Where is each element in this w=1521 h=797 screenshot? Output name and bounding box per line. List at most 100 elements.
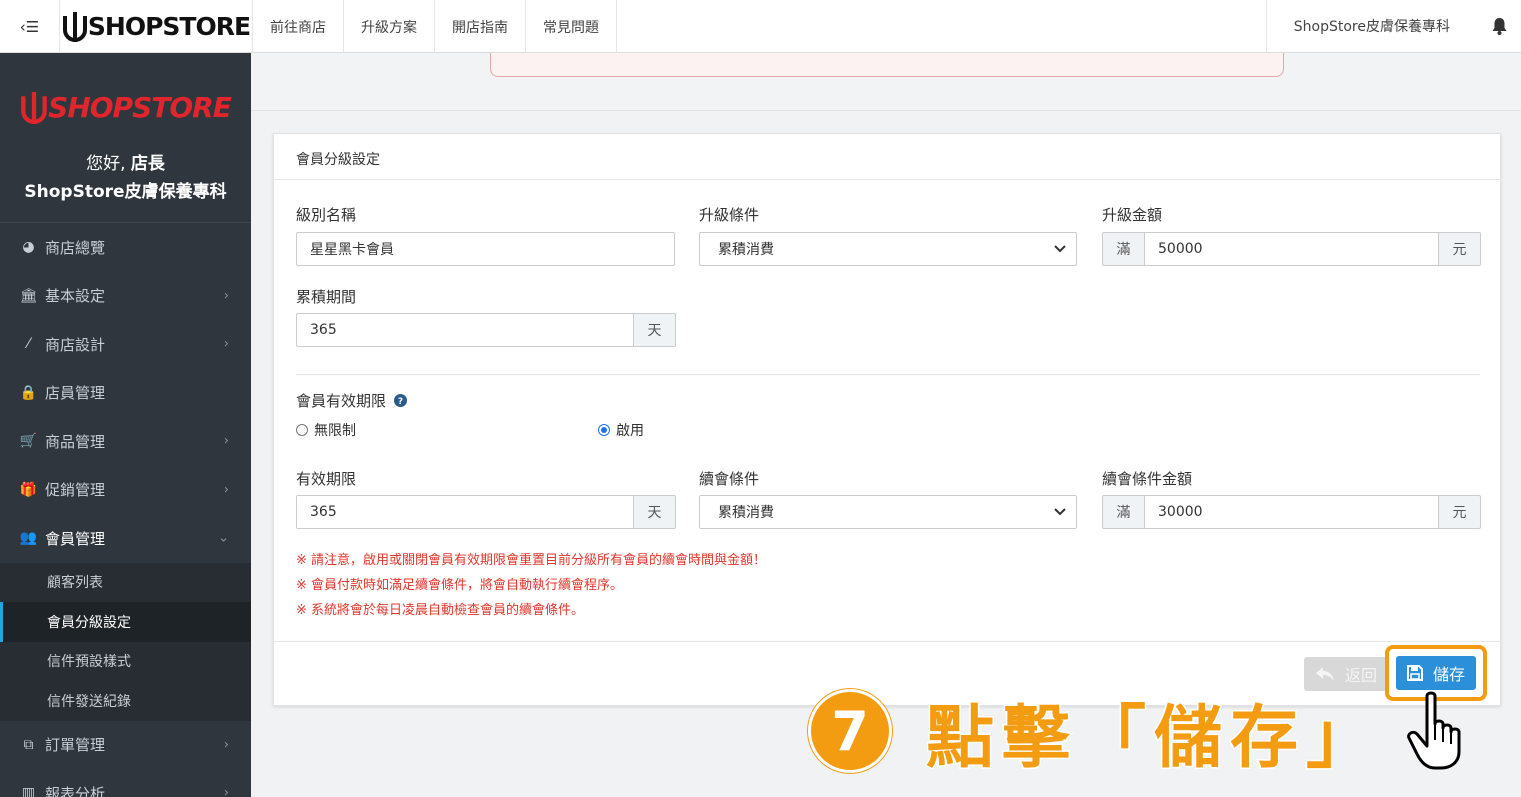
note-auto-renew: ※ 會員付款時如滿足續會條件，將會自動執行續會程序。 (296, 578, 624, 593)
sidebar-item-products[interactable]: 🛒 商品管理 › (0, 417, 251, 466)
sidebar-item-label: 商店設計 (45, 335, 106, 354)
renew-amount-suffix: 元 (1438, 495, 1481, 529)
chevron-right-icon: › (223, 482, 229, 498)
valid-period-label: 有效期限 (296, 470, 357, 488)
radio-unlimited[interactable]: 無限制 (296, 420, 356, 440)
sidebar-greeting: 您好, 店長 (0, 150, 251, 178)
cart-icon: 🛒 (19, 433, 38, 450)
tutorial-annotation: 7 點擊「儲存」 (808, 689, 1382, 779)
sidebar-item-members[interactable]: 👥 會員管理 ⌄ (0, 514, 251, 563)
sidebar-menu: ◕ 商店總覽 🏛 基本設定 › ⁄ 商店設計 › 🔒 店員管理 🛒 商品管理 ›… (0, 223, 251, 797)
chevron-right-icon: › (223, 737, 229, 753)
upgrade-condition-select[interactable]: 累積消費 (699, 232, 1077, 266)
renew-amount-prefix: 滿 (1102, 495, 1145, 529)
shopstore-logo-icon (62, 11, 87, 42)
gift-icon: 🎁 (19, 481, 38, 498)
nav-upgrade-plan[interactable]: 升級方案 (344, 0, 435, 53)
sidebar-item-store-design[interactable]: ⁄ 商店設計 › (0, 320, 251, 369)
renew-amount-label: 續會條件金額 (1102, 470, 1193, 488)
note-daily-check: ※ 系統將會於每日凌晨自動檢查會員的續會條件。 (296, 603, 585, 618)
upgrade-amount-input[interactable]: 50000 (1144, 232, 1439, 266)
sidebar-item-orders[interactable]: ⧉ 訂單管理 › (0, 721, 251, 770)
sidebar-item-label: 商品管理 (45, 432, 106, 451)
radio-unlimited-label: 無限制 (314, 423, 356, 439)
member-level-card: 會員分級設定 級別名稱 星星黑卡會員 升級條件 累積消費 升級金額 滿 5000… (273, 133, 1502, 706)
nav-faq[interactable]: 常見問題 (526, 0, 617, 53)
chevron-right-icon: › (223, 288, 229, 304)
level-name-label: 級別名稱 (296, 206, 357, 224)
sidebar-item-label: 基本設定 (45, 287, 106, 306)
upgrade-amount-label: 升級金額 (1102, 206, 1163, 224)
save-button[interactable]: 儲存 (1396, 656, 1476, 690)
users-icon: 👥 (19, 530, 38, 547)
sidebar-item-promotions[interactable]: 🎁 促銷管理 › (0, 466, 251, 515)
section-divider (296, 374, 1480, 375)
dashboard-icon: ◕ (22, 239, 35, 256)
chevron-down-icon (1054, 245, 1066, 253)
valid-period-input[interactable]: 365 (296, 495, 634, 529)
renew-condition-label: 續會條件 (699, 470, 760, 488)
radio-unlimited-circle[interactable] (296, 424, 308, 436)
upgrade-amount-prefix: 滿 (1102, 232, 1145, 266)
radio-enabled[interactable]: 啟用 (598, 420, 644, 440)
nav-store-guide[interactable]: 開店指南 (435, 0, 526, 53)
bell-icon (1492, 18, 1506, 35)
renew-amount-value: 30000 (1158, 504, 1203, 520)
period-value: 365 (310, 322, 337, 338)
svg-text:?: ? (398, 397, 403, 407)
sidebar-item-reports[interactable]: ▥ 報表分析 › (0, 769, 251, 797)
sidebar-item-label: 促銷管理 (45, 481, 106, 500)
pointing-hand-icon (1407, 691, 1461, 770)
sidebar-item-basic-settings[interactable]: 🏛 基本設定 › (0, 272, 251, 321)
sidebar-subitem-email-templates[interactable]: 信件預設樣式 (0, 642, 251, 682)
sidebar-item-staff[interactable]: 🔒 店員管理 (0, 369, 251, 418)
magic-wand-icon: ⁄ (27, 336, 30, 353)
period-label: 累積期間 (296, 288, 357, 306)
sidebar-logo-text: SHOPSTORE (48, 91, 232, 124)
chevron-right-icon: › (223, 336, 229, 352)
sidebar-toggle-button[interactable]: ‹☰ (0, 0, 60, 53)
notifications-button[interactable] (1477, 17, 1521, 35)
top-logo[interactable]: SHOPSTORE (60, 0, 253, 53)
sidebar-subitem-customer-list[interactable]: 顧客列表 (0, 563, 251, 603)
chevron-right-icon: › (223, 785, 229, 797)
help-icon[interactable]: ? (394, 394, 408, 407)
upgrade-condition-value: 累積消費 (718, 242, 774, 258)
sidebar-logo[interactable]: SHOPSTORE (0, 91, 251, 124)
period-suffix: 天 (633, 313, 676, 347)
nav-go-to-store[interactable]: 前往商店 (253, 0, 344, 53)
validity-label-text: 會員有效期限 (296, 392, 387, 410)
card-title: 會員分級設定 (274, 134, 1500, 180)
sidebar-subitem-member-levels[interactable]: 會員分級設定 (0, 602, 251, 642)
chevron-right-icon: › (223, 433, 229, 449)
chevron-down-icon (1054, 508, 1066, 516)
sidebar-item-overview[interactable]: ◕ 商店總覽 (0, 223, 251, 272)
shopstore-red-logo-icon (21, 91, 47, 124)
renew-amount-input[interactable]: 30000 (1144, 495, 1439, 529)
sidebar-submenu-members: 顧客列表 會員分級設定 信件預設樣式 信件發送紀錄 (0, 562, 251, 721)
upgrade-amount-suffix: 元 (1438, 232, 1481, 266)
period-input[interactable]: 365 (296, 313, 634, 347)
lock-icon: 🔒 (19, 384, 38, 401)
level-name-input[interactable]: 星星黑卡會員 (296, 232, 675, 266)
sidebar-brand: SHOPSTORE 您好, 店長 ShopStore皮膚保養專科 (0, 53, 251, 223)
bank-icon: 🏛 (19, 287, 38, 304)
sidebar-item-label: 商店總覽 (45, 238, 106, 257)
sidebar-item-label: 店員管理 (45, 384, 106, 403)
valid-period-suffix: 天 (633, 495, 676, 529)
renew-condition-select[interactable]: 累積消費 (699, 495, 1077, 529)
reply-icon (1315, 667, 1334, 681)
sidebar-subitem-email-log[interactable]: 信件發送紀錄 (0, 681, 251, 721)
alert-box-bottom (490, 53, 1284, 77)
bar-chart-icon: ▥ (21, 785, 36, 797)
top-shop-name[interactable]: ShopStore皮膚保養專科 (1265, 0, 1477, 53)
upgrade-condition-label: 升級條件 (699, 206, 760, 224)
save-button-label: 儲存 (1432, 665, 1465, 684)
top-bar: ‹☰ SHOPSTORE 前往商店 升級方案 開店指南 常見問題 ShopSto… (0, 0, 1521, 53)
top-logo-text: SHOPSTORE (87, 12, 251, 41)
chevron-down-icon: ⌄ (218, 530, 229, 546)
radio-enabled-circle[interactable] (598, 424, 610, 436)
sidebar-toggle-icon: ‹☰ (19, 17, 40, 36)
step-number-badge: 7 (808, 689, 892, 773)
radio-enabled-label: 啟用 (616, 423, 644, 439)
